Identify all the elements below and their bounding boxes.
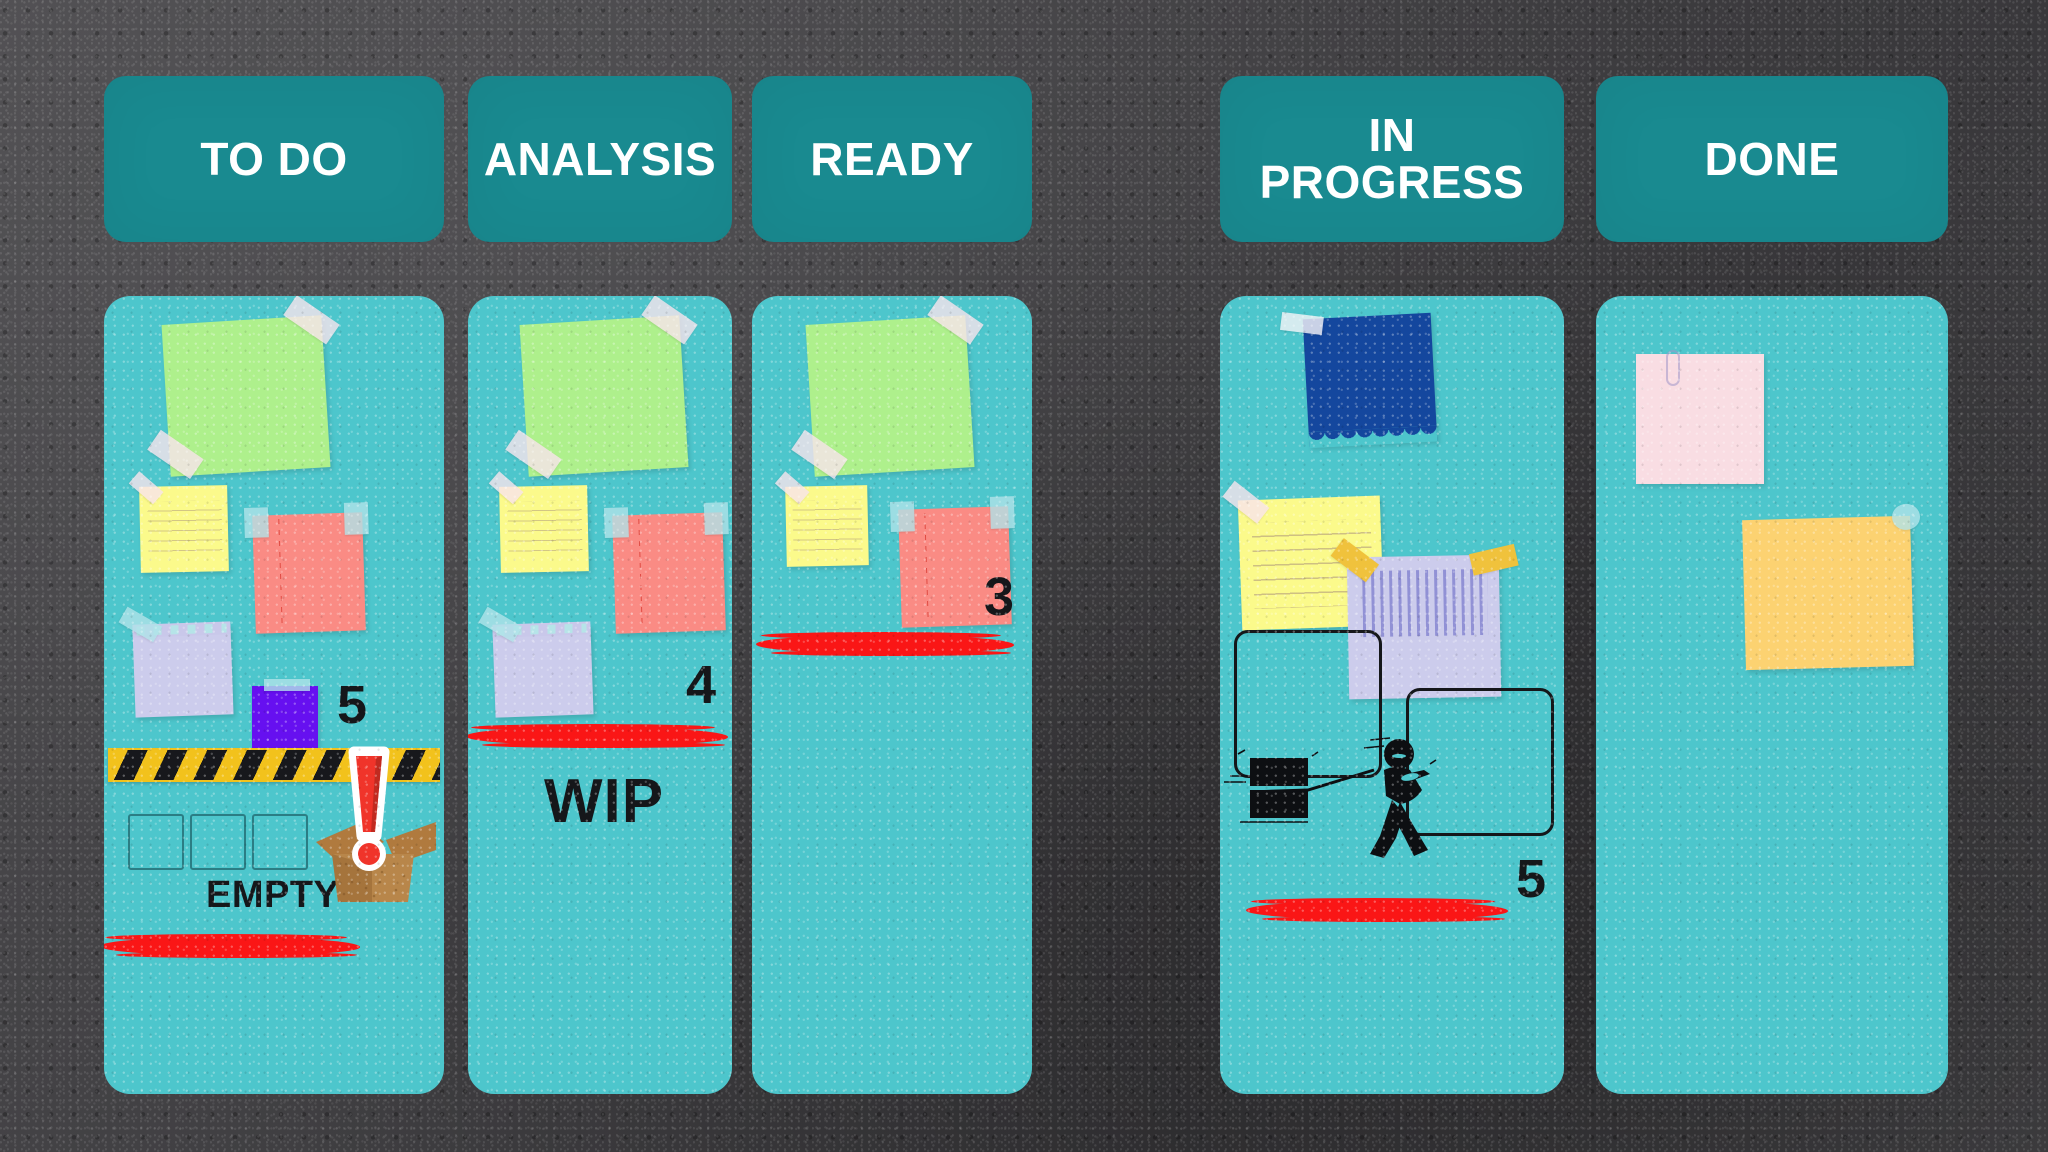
lavender-note[interactable] (118, 606, 234, 718)
red-marker-line (1246, 898, 1508, 922)
red-marker-line (104, 934, 360, 958)
note-text-dots (1362, 569, 1488, 637)
salmon-note[interactable] (243, 502, 369, 634)
wip-limit-number: 4 (686, 655, 717, 715)
exclamation-icon (348, 746, 390, 871)
dark-blue-note[interactable] (1280, 311, 1438, 449)
green-note[interactable] (791, 296, 984, 480)
worker-pulling-crate (1220, 726, 1472, 866)
lavender-note[interactable] (478, 606, 594, 718)
column-header-todo[interactable]: TO DO (104, 76, 444, 242)
yellow-note[interactable] (774, 471, 869, 567)
column-title: IN PROGRESS (1259, 109, 1525, 208)
column-ready[interactable]: READY 3 (752, 0, 1032, 1152)
column-header-ready[interactable]: READY (752, 76, 1032, 242)
tape-piece (774, 471, 810, 505)
tape-piece (927, 296, 984, 345)
column-analysis[interactable]: ANALYSIS 4 WIP (468, 0, 732, 1152)
column-title: DONE (1704, 132, 1840, 185)
wip-limit-number: 3 (984, 567, 1015, 627)
crate-icon (1224, 749, 1319, 823)
column-in-progress[interactable]: IN PROGRESS 5 (1220, 0, 1564, 1152)
green-note[interactable] (505, 296, 698, 480)
note-margin-line (278, 518, 283, 628)
tape-piece (641, 296, 698, 345)
tape-piece (505, 429, 562, 480)
note-rule-lines (507, 500, 583, 559)
column-header-analysis[interactable]: ANALYSIS (468, 76, 732, 242)
tape-piece (1891, 503, 1921, 531)
column-todo[interactable]: TO DO 5 EMPTY (104, 0, 444, 1152)
empty-card-slot[interactable] (252, 814, 308, 870)
tape-piece (1280, 311, 1324, 335)
paperclip-icon (1666, 350, 1680, 386)
column-title: TO DO (200, 132, 348, 185)
red-marker-line (756, 632, 1014, 656)
column-title: ANALYSIS (483, 132, 717, 185)
wip-limit-number: 5 (1516, 849, 1547, 909)
tape-piece (264, 679, 310, 691)
alert-box (310, 746, 440, 906)
red-marker-line (468, 724, 728, 748)
empty-card-slot[interactable] (190, 814, 246, 870)
status-label-wip: WIP (544, 767, 665, 836)
column-header-done[interactable]: DONE (1596, 76, 1948, 242)
purple-note[interactable] (252, 679, 318, 750)
tape-piece (1222, 480, 1270, 524)
tape-piece (147, 429, 204, 480)
column-body-ready[interactable]: 3 (752, 296, 1032, 1094)
yellow-note[interactable] (488, 471, 589, 573)
tape-piece (128, 471, 164, 505)
note-margin-line (924, 512, 929, 622)
stick-figure (1370, 739, 1430, 858)
column-body-analysis[interactable]: 4 WIP (468, 296, 732, 1094)
yellow-note[interactable] (128, 471, 229, 573)
tape-piece (989, 496, 1015, 529)
green-note[interactable] (147, 296, 340, 480)
column-body-todo[interactable]: 5 EMPTY (104, 296, 444, 1094)
column-done[interactable]: DONE (1596, 0, 1948, 1152)
tape-piece (243, 507, 269, 538)
column-body-in-progress[interactable]: 5 (1220, 296, 1564, 1094)
note-margin-line (638, 518, 643, 628)
note-rule-lines (792, 499, 863, 554)
tape-piece (283, 296, 340, 345)
column-body-done[interactable] (1596, 296, 1948, 1094)
orange-note[interactable] (1742, 503, 1921, 671)
column-header-in-progress[interactable]: IN PROGRESS (1220, 76, 1564, 242)
tape-piece (343, 502, 369, 535)
tape-piece (703, 502, 729, 535)
tape-piece (603, 507, 629, 538)
tape-piece (791, 429, 848, 480)
note-rule-lines (147, 500, 223, 559)
tape-piece (488, 471, 524, 505)
empty-card-slot[interactable] (128, 814, 184, 870)
pink-note[interactable] (1636, 350, 1764, 484)
torn-edge (1308, 425, 1438, 449)
column-title: READY (810, 132, 974, 185)
salmon-note[interactable] (603, 502, 729, 634)
tape-piece (1468, 543, 1519, 576)
wip-limit-number: 5 (337, 675, 368, 735)
kanban-board: TO DO 5 EMPTY ANALYSIS 4 WIP READY 3 IN … (0, 0, 2048, 1152)
tape-piece (889, 501, 915, 532)
